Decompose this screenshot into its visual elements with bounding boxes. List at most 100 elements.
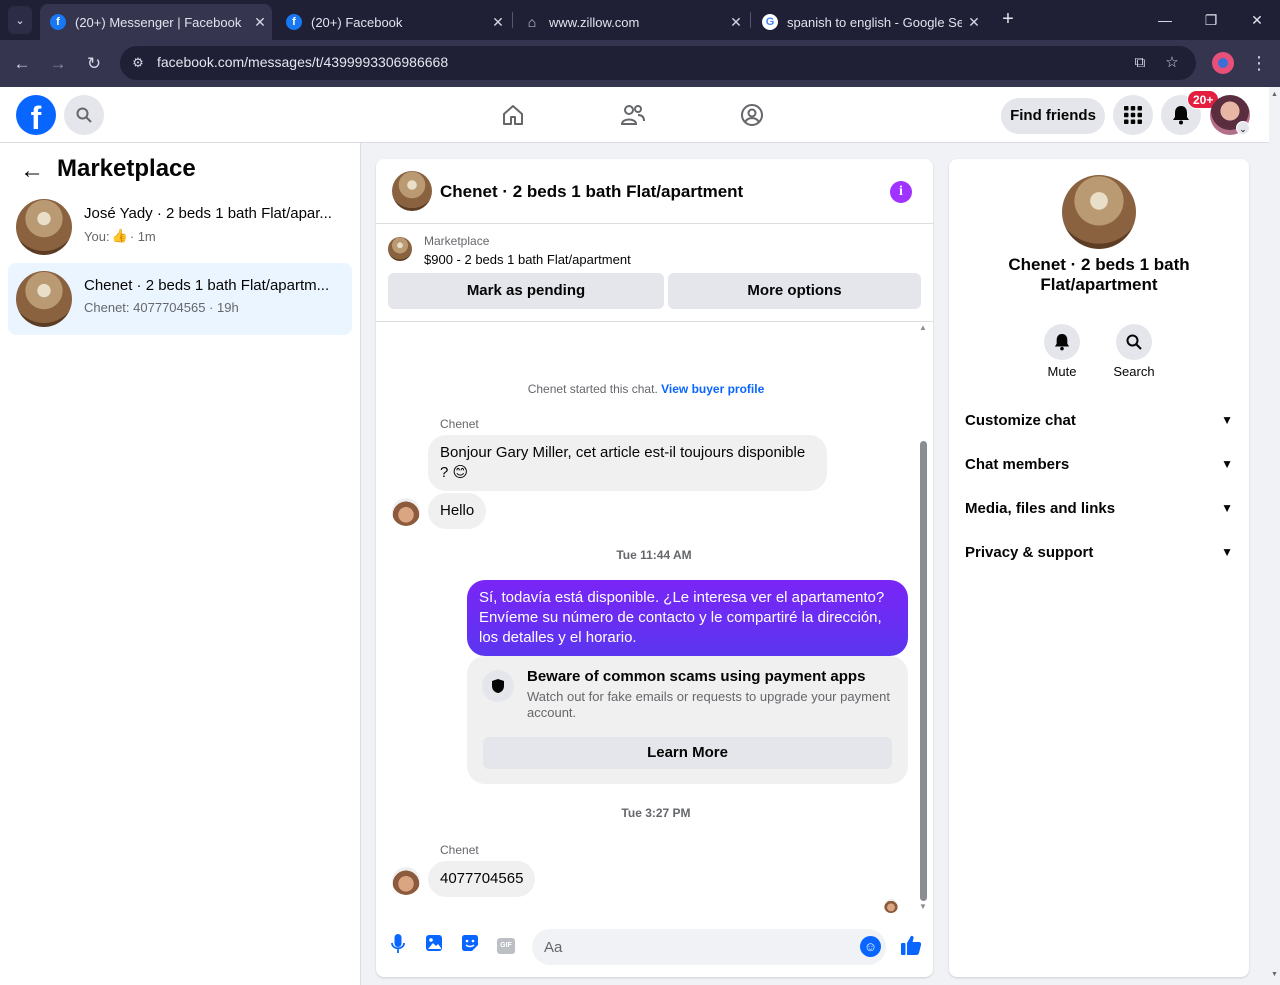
back-arrow-icon[interactable]: ← [18,157,46,185]
menu-button[interactable] [1113,95,1153,135]
image-glyph [426,935,442,951]
conversation-item-selected[interactable]: Chenet · 2 beds 1 bath Flat/apartm... Ch… [8,263,352,335]
scroll-up-arrow[interactable]: ▲ [919,323,927,332]
message-list[interactable]: Chenet started this chat. View buyer pro… [376,322,933,913]
find-friends-button[interactable]: Find friends [1001,98,1105,134]
mark-pending-button[interactable]: Mark as pending [388,273,664,309]
scroll-down-arrow[interactable]: ▼ [1271,971,1278,978]
incoming-message[interactable]: 4077704565 [428,861,536,897]
conversation-name: Chenet · 2 beds 1 bath Flat/apartm... [84,277,330,294]
chevron-down-icon: ▼ [1221,501,1233,515]
search-icon [1126,334,1142,350]
shield-icon [482,670,514,702]
home-nav-button[interactable] [497,99,529,131]
minimize-button[interactable]: — [1145,8,1185,32]
scam-warning-title: Beware of common scams using payment app… [527,668,866,685]
tab-title: (20+) Facebook [311,14,403,30]
conversation-preview: Chenet: 4077704565 · 19h [84,300,239,315]
tab-google[interactable]: G spanish to english - Google Sea ✕ [752,4,986,40]
info-icon[interactable]: i [890,181,912,203]
section-label: Chat members [965,455,1070,473]
gif-icon[interactable]: GIF [497,938,515,954]
tab-zillow[interactable]: ⌂ www.zillow.com ✕ [514,4,748,40]
search-button[interactable] [64,95,104,135]
chat-members-section[interactable]: Chat members ▼ [957,444,1241,484]
read-receipt-avatar [884,899,898,913]
tab-title: spanish to english - Google Sea [787,14,962,30]
media-files-links-section[interactable]: Media, files and links ▼ [957,488,1241,528]
conversation-preview: You: 👍 · 1m [84,228,156,244]
section-label: Customize chat [965,411,1076,429]
incoming-message[interactable]: Bonjour Gary Miller, cet article est-il … [428,435,827,491]
tab-facebook[interactable]: f (20+) Facebook ✕ [276,4,510,40]
close-icon[interactable]: ✕ [248,14,272,31]
back-button[interactable]: ← [8,50,36,78]
site-settings-icon[interactable]: ⚙ [128,53,148,73]
message-input-box[interactable] [532,929,886,965]
microphone-icon[interactable] [386,934,410,958]
window-close-button[interactable]: ✕ [1237,8,1277,32]
learn-more-button[interactable]: Learn More [483,737,892,769]
facebook-icon: f [286,14,302,30]
listing-avatar[interactable] [392,171,432,211]
url-text[interactable]: facebook.com/messages/t/4399993306986668 [157,54,448,70]
outgoing-message[interactable]: Sí, todavía está disponible. ¿Le interes… [467,580,908,656]
friends-nav-button[interactable] [617,99,649,131]
profile-icon [741,104,763,126]
chevron-down-icon[interactable]: ⌄ [1236,121,1250,135]
scroll-up-arrow[interactable]: ▲ [1271,91,1278,98]
sender-name: Chenet [440,843,479,857]
sticker-icon[interactable] [458,934,482,958]
search-in-chat-button[interactable] [1116,324,1152,360]
close-icon[interactable]: ✕ [486,14,510,31]
extension-icon[interactable] [1212,52,1234,74]
close-icon[interactable]: ✕ [962,14,986,31]
restore-button[interactable]: ❐ [1191,8,1231,32]
chat-started-notice: Chenet started this chat. View buyer pro… [376,382,916,396]
scroll-down-arrow[interactable]: ▼ [919,902,927,911]
install-app-icon[interactable]: ⧉ [1129,53,1151,73]
view-buyer-profile-link[interactable]: View buyer profile [661,382,764,396]
photo-icon[interactable] [422,934,446,958]
tab-search-button[interactable]: ⌄ [8,6,32,34]
sender-avatar[interactable] [392,498,420,526]
mute-button[interactable] [1044,324,1080,360]
more-options-button[interactable]: More options [668,273,921,309]
new-tab-button[interactable]: + [996,8,1020,32]
emoji-icon[interactable]: ☺ [860,936,881,957]
listing-photo[interactable] [1062,175,1136,249]
preview-prefix: You: [84,228,110,244]
conversation-name: José Yady · 2 beds 1 bath Flat/apar... [84,205,332,222]
facebook-logo[interactable]: f [16,95,56,136]
profile-nav-button[interactable] [736,99,768,131]
listing-source: Marketplace [424,234,490,248]
listing-price[interactable]: $900 - 2 beds 1 bath Flat/apartment [424,252,631,267]
timestamp: Tue 11:44 AM [616,548,692,562]
tab-messenger[interactable]: f (20+) Messenger | Facebook ✕ [40,4,272,40]
tab-divider [750,12,751,28]
listing-thumbnail[interactable] [388,237,412,261]
message-input[interactable] [544,929,844,965]
bookmark-star-icon[interactable]: ☆ [1161,53,1183,73]
message-composer: GIF ☺ [376,924,933,974]
section-label: Media, files and links [965,499,1116,517]
incoming-message[interactable]: Hello [428,493,487,529]
reload-button[interactable]: ↻ [80,50,108,78]
thumbs-up-icon[interactable] [898,934,924,960]
customize-chat-section[interactable]: Customize chat ▼ [957,400,1241,440]
home-icon [503,105,523,125]
scrollbar-thumb[interactable] [920,441,927,901]
close-icon[interactable]: ✕ [724,14,748,31]
page-scrollbar[interactable]: ▲ ▼ [1269,87,1280,985]
privacy-support-section[interactable]: Privacy & support ▼ [957,532,1241,572]
timestamp: Tue 3:27 PM [621,806,691,820]
scam-warning-card: Beware of common scams using payment app… [467,656,908,784]
chat-details-panel: Chenet · 2 beds 1 bath Flat/apartment Mu… [949,159,1249,977]
browser-menu-icon[interactable]: ⋮ [1250,52,1268,74]
tab-title: (20+) Messenger | Facebook [75,14,242,30]
details-title[interactable]: Chenet · 2 beds 1 bath Flat/apartment [969,255,1229,295]
conversation-item[interactable]: José Yady · 2 beds 1 bath Flat/apar... Y… [8,191,352,263]
sender-avatar[interactable] [392,867,420,895]
chat-title[interactable]: Chenet · 2 beds 1 bath Flat/apartment [440,182,743,202]
forward-button[interactable]: → [44,50,72,78]
